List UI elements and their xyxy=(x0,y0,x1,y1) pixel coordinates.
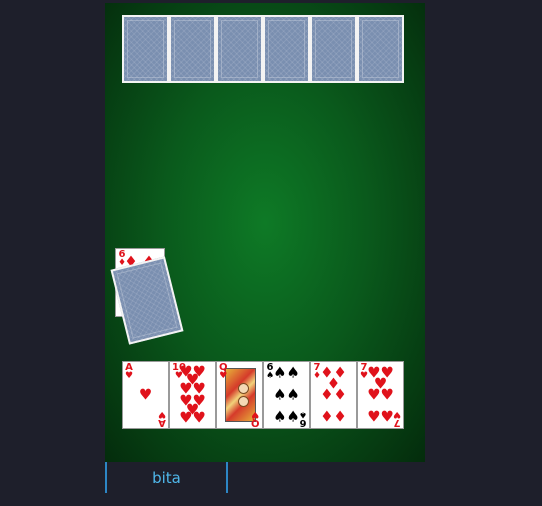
spade-icon: ♠ xyxy=(273,407,287,426)
bita-button[interactable]: bita xyxy=(105,462,228,493)
opponent-card-back xyxy=(357,15,404,83)
spade-icon: ♠ xyxy=(286,363,300,382)
spade-icon: ♠ xyxy=(298,409,307,419)
heart-icon: ♥ xyxy=(157,409,166,419)
player-card-7-diamonds[interactable]: 7 ♦ ♦ ♦ ♦ ♦ ♦ ♦ ♦ xyxy=(310,361,357,429)
spade-icon: ♠ xyxy=(286,385,300,404)
heart-icon: ♥ xyxy=(219,371,228,381)
opponent-card-back xyxy=(122,15,169,83)
player-card-ace-hearts[interactable]: A ♥ ♥ A ♥ xyxy=(122,361,169,429)
heart-icon: ♥ xyxy=(380,385,394,404)
opponent-card-back xyxy=(310,15,357,83)
spade-icon: ♠ xyxy=(273,385,287,404)
opponent-hand xyxy=(122,15,404,83)
opponent-card-back xyxy=(169,15,216,83)
heart-icon: ♥ xyxy=(251,409,260,419)
diamond-icon: ♦ xyxy=(333,385,347,404)
diamond-icon: ♦ xyxy=(333,407,347,426)
player-card-6-spades[interactable]: 6 ♠ ♠ ♠ ♠ ♠ ♠ ♠ 6 ♠ xyxy=(263,361,310,429)
heart-icon: ♥ xyxy=(367,385,381,404)
heart-icon: ♥ xyxy=(380,407,394,426)
player-hand: A ♥ ♥ A ♥ 10 ♥ ♥ ♥ ♥ ♥ ♥ ♥ ♥ ♥ ♥ ♥ Q ♥ Q ♥ 6 ♠… xyxy=(122,361,404,429)
diamond-icon: ♦ xyxy=(320,385,334,404)
diamond-icon: ♦ xyxy=(320,407,334,426)
heart-icon: ♥ xyxy=(367,407,381,426)
opponent-card-back xyxy=(216,15,263,83)
spade-icon: ♠ xyxy=(273,363,287,382)
player-card-10-hearts[interactable]: 10 ♥ ♥ ♥ ♥ ♥ ♥ ♥ ♥ ♥ ♥ ♥ xyxy=(169,361,216,429)
opponent-card-back xyxy=(263,15,310,83)
heart-icon: ♥ xyxy=(179,408,193,427)
spade-icon: ♠ xyxy=(286,407,300,426)
heart-icon: ♥ xyxy=(392,409,401,419)
player-card-queen-hearts[interactable]: Q ♥ Q ♥ xyxy=(216,361,263,429)
heart-icon: ♥ xyxy=(192,408,206,427)
player-card-7-hearts[interactable]: 7 ♥ ♥ ♥ ♥ ♥ ♥ ♥ ♥ 7 ♥ xyxy=(357,361,404,429)
heart-icon: ♥ xyxy=(138,385,153,404)
